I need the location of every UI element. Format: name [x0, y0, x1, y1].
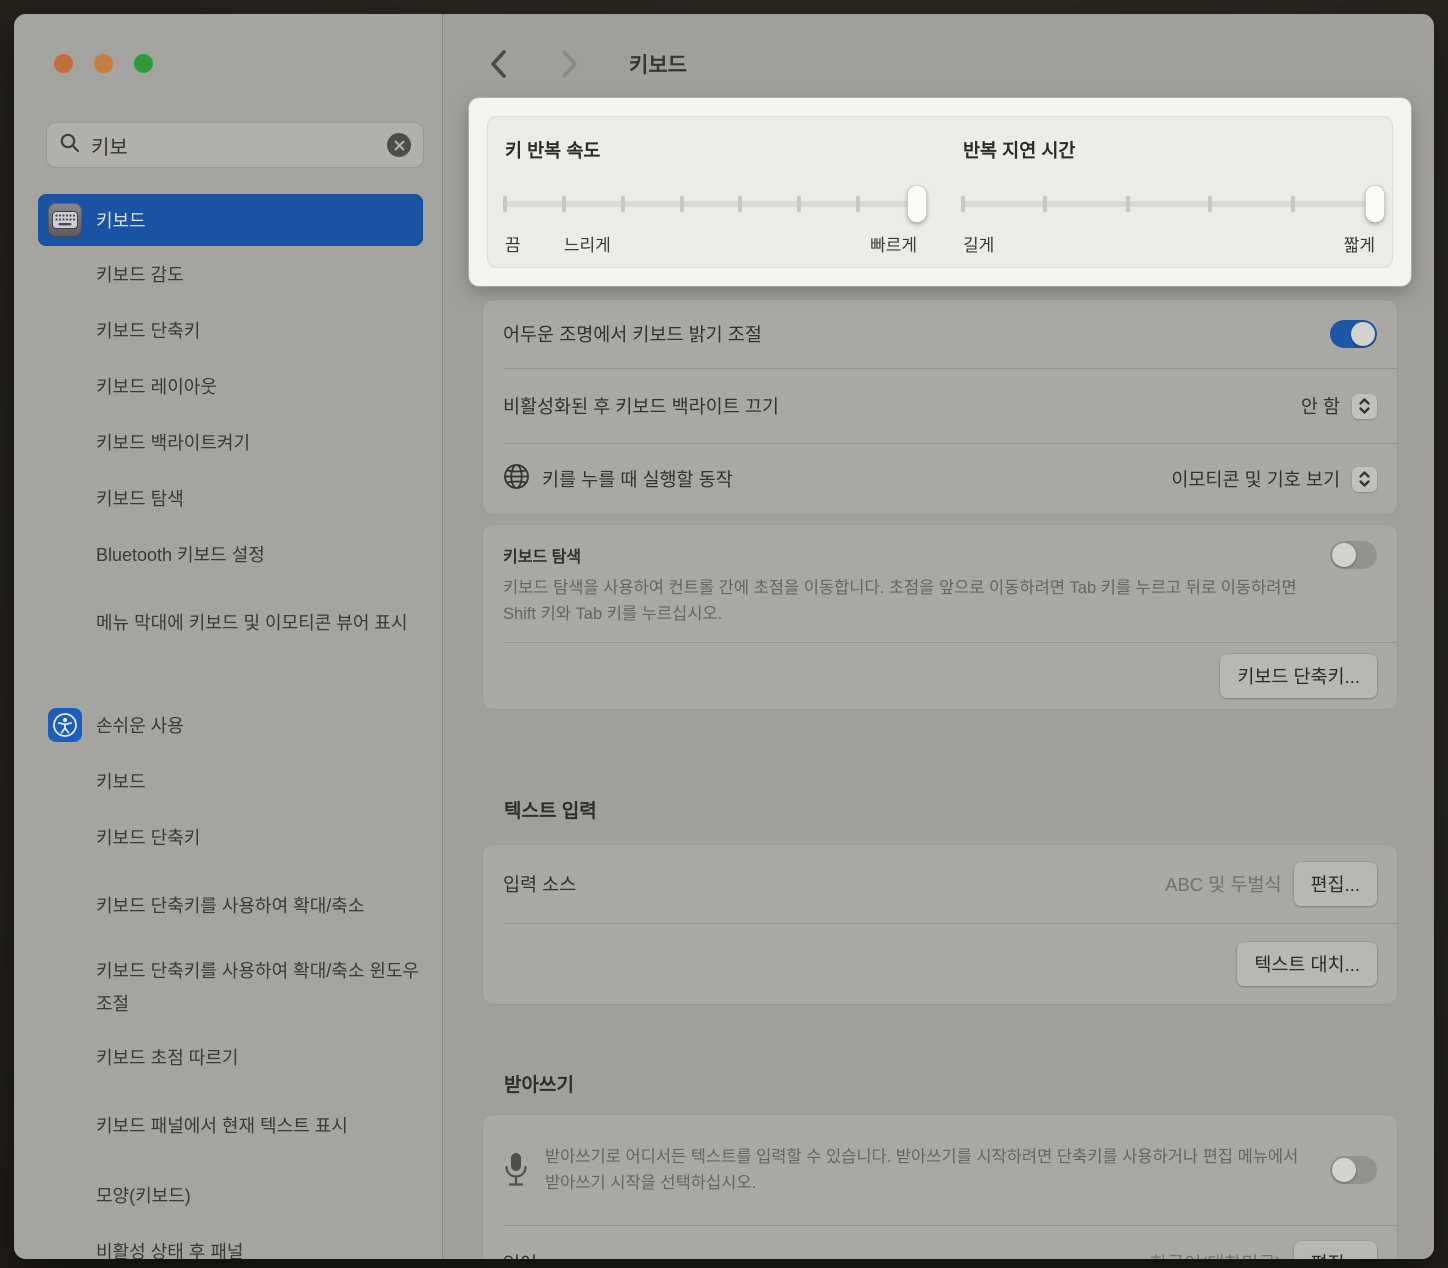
input-sources-label: 입력 소스	[503, 871, 576, 897]
input-sources-row: 입력 소스 ABC 및 두벌식 편집...	[483, 845, 1397, 923]
sidebar-item-keyboard-navigation[interactable]: 키보드 탐색	[38, 470, 423, 526]
backlight-off-row: 비활성화된 후 키보드 백라이트 끄기 안 함	[483, 369, 1397, 443]
brightness-toggle[interactable]	[1330, 320, 1377, 348]
language-value: 한국어(대한민국)	[1150, 1250, 1281, 1259]
sidebar-item-appearance-keyboard[interactable]: 모양(키보드)	[38, 1167, 423, 1223]
dictation-language-row: 언어 한국어(대한민국) 편집...	[483, 1226, 1397, 1259]
sidebar: 키보 키보드	[14, 14, 443, 1259]
sidebar-item-keyboard-backlight[interactable]: 키보드 백라이트켜기	[38, 414, 423, 470]
search-value: 키보	[91, 131, 377, 160]
shortcuts-button-row: 키보드 단축키...	[483, 643, 1397, 709]
keyboard-nav-toggle[interactable]	[1330, 541, 1377, 569]
keyboard-nav-row: 키보드 탐색 키보드 탐색을 사용하여 컨트롤 간에 초점을 이동합니다. 초점…	[483, 525, 1397, 642]
key-repeat-card: 키 반복 속도 끔 느리게 빠르게 반복 지연 시간	[487, 116, 1393, 268]
keyboard-navigation-card: 키보드 탐색 키보드 탐색을 사용하여 컨트롤 간에 초점을 이동합니다. 초점…	[483, 525, 1397, 709]
main-content: 키보드 키 반복 속도 끔 느리게 빠르게	[443, 14, 1434, 1259]
close-button[interactable]	[54, 54, 73, 73]
key-repeat-spotlight: 키 반복 속도 끔 느리게 빠르게 반복 지연 시간	[469, 98, 1411, 286]
zoom-button[interactable]	[134, 54, 153, 73]
input-sources-edit-button[interactable]: 편집...	[1294, 862, 1377, 906]
microphone-icon	[503, 1151, 529, 1189]
sidebar-item-keyboard-layouts[interactable]: 키보드 레이아웃	[38, 358, 423, 414]
text-replacements-row: 텍스트 대치...	[483, 924, 1397, 1004]
repeat-delay-labels: 길게 짧게	[963, 231, 1375, 255]
page-title: 키보드	[629, 49, 687, 79]
keyboard-nav-label: 키보드 탐색	[503, 543, 581, 567]
label-fast: 빠르게	[870, 231, 917, 256]
globe-action-value: 이모티콘 및 기호 보기	[1171, 466, 1340, 492]
backlight-off-label: 비활성화된 후 키보드 백라이트 끄기	[503, 393, 779, 419]
sidebar-item-keyboard[interactable]: 키보드	[38, 194, 423, 246]
sidebar-item-keyboard-shortcuts[interactable]: 키보드 단축키	[38, 302, 423, 358]
brightness-row: 어두운 조명에서 키보드 밝기 조절	[483, 300, 1397, 368]
system-settings-window: 키보 키보드	[14, 14, 1434, 1259]
keyboard-shortcuts-button[interactable]: 키보드 단축키...	[1220, 654, 1377, 698]
key-repeat-rate-labels: 끔 느리게 빠르게	[505, 231, 917, 255]
label-long: 길게	[963, 231, 994, 256]
backlight-off-popup[interactable]	[1352, 394, 1377, 419]
dictation-description: 받아쓰기로 어디서든 텍스트를 입력할 수 있습니다. 받아쓰기를 시작하려면 …	[545, 1144, 1314, 1197]
sidebar-nav: 키보드 키보드 감도 키보드 단축키 키보드 레이아웃 키보드 백라이트켜기 키…	[14, 194, 442, 1259]
sidebar-item-keyboard-sensitivity[interactable]: 키보드 감도	[38, 246, 423, 302]
text-input-card: 입력 소스 ABC 및 두벌식 편집... 텍스트 대치...	[483, 845, 1397, 1004]
sidebar-item-acc-keyboard[interactable]: 키보드	[38, 753, 423, 809]
keyboard-options-card: 어두운 조명에서 키보드 밝기 조절 비활성화된 후 키보드 백라이트 끄기 안…	[483, 300, 1397, 514]
language-edit-button[interactable]: 편집...	[1294, 1241, 1377, 1259]
language-label: 언어	[503, 1250, 537, 1259]
minimize-button[interactable]	[94, 54, 113, 73]
keyboard-app-icon	[48, 203, 82, 237]
dictation-section-title: 받아쓰기	[504, 1070, 574, 1097]
globe-action-popup[interactable]	[1352, 467, 1377, 492]
window-controls	[54, 54, 153, 73]
sidebar-item-acc-shortcuts[interactable]: 키보드 단축키	[38, 809, 423, 865]
sidebar-item-panel-text[interactable]: 키보드 패널에서 현재 텍스트 표시	[38, 1085, 423, 1167]
dictation-card: 받아쓰기로 어디서든 텍스트를 입력할 수 있습니다. 받아쓰기를 시작하려면 …	[483, 1115, 1397, 1259]
repeat-delay-handle[interactable]	[1366, 186, 1385, 223]
brightness-label: 어두운 조명에서 키보드 밝기 조절	[503, 321, 762, 347]
content-header: 키보드	[443, 44, 1434, 84]
repeat-delay-slider[interactable]	[963, 201, 1375, 207]
label-short: 짧게	[1344, 231, 1375, 256]
search-icon	[59, 132, 81, 159]
sidebar-item-accessibility[interactable]: 손쉬운 사용	[38, 697, 423, 753]
globe-action-label: 키를 누를 때 실행할 동작	[542, 466, 733, 492]
repeat-delay-group: 반복 지연 시간 길게 짧게	[963, 137, 1375, 267]
label-slow: 느리게	[564, 231, 611, 256]
sidebar-item-menubar-viewer[interactable]: 메뉴 막대에 키보드 및 이모티콘 뷰어 표시	[38, 582, 423, 664]
repeat-delay-title: 반복 지연 시간	[963, 137, 1375, 163]
forward-button[interactable]	[549, 44, 589, 84]
dictation-toggle[interactable]	[1330, 1156, 1377, 1184]
accessibility-app-icon	[48, 708, 82, 742]
globe-icon	[503, 463, 530, 495]
sidebar-item-zoom-window[interactable]: 키보드 단축키를 사용하여 확대/축소 윈도우 조절	[38, 947, 423, 1029]
search-input[interactable]: 키보	[46, 122, 424, 168]
key-repeat-rate-title: 키 반복 속도	[505, 137, 917, 163]
key-repeat-rate-handle[interactable]	[908, 186, 927, 223]
keyboard-nav-description: 키보드 탐색을 사용하여 컨트롤 간에 초점을 이동합니다. 초점을 앞으로 이…	[503, 575, 1313, 628]
sidebar-item-label: 키보드	[96, 207, 146, 233]
key-repeat-rate-group: 키 반복 속도 끔 느리게 빠르게	[505, 137, 917, 267]
input-sources-value: ABC 및 두벌식	[1165, 871, 1281, 897]
text-input-section-title: 텍스트 입력	[504, 796, 597, 823]
clear-search-icon[interactable]	[387, 133, 411, 157]
sidebar-item-bluetooth-keyboard[interactable]: Bluetooth 키보드 설정	[38, 526, 423, 582]
dictation-row: 받아쓰기로 어디서든 텍스트를 입력할 수 있습니다. 받아쓰기를 시작하려면 …	[483, 1115, 1397, 1225]
back-button[interactable]	[479, 44, 519, 84]
key-repeat-rate-slider[interactable]	[505, 201, 917, 207]
sidebar-item-inactive-panel[interactable]: 비활성 상태 후 패널	[38, 1223, 423, 1259]
label-off: 끔	[505, 231, 521, 256]
sidebar-item-follow-focus[interactable]: 키보드 초점 따르기	[38, 1029, 423, 1085]
backlight-off-value: 안 함	[1301, 393, 1340, 419]
globe-action-row: 키를 누를 때 실행할 동작 이모티콘 및 기호 보기	[483, 444, 1397, 514]
text-replacements-button[interactable]: 텍스트 대치...	[1237, 942, 1377, 986]
sidebar-item-zoom-shortcuts[interactable]: 키보드 단축키를 사용하여 확대/축소	[38, 865, 423, 947]
